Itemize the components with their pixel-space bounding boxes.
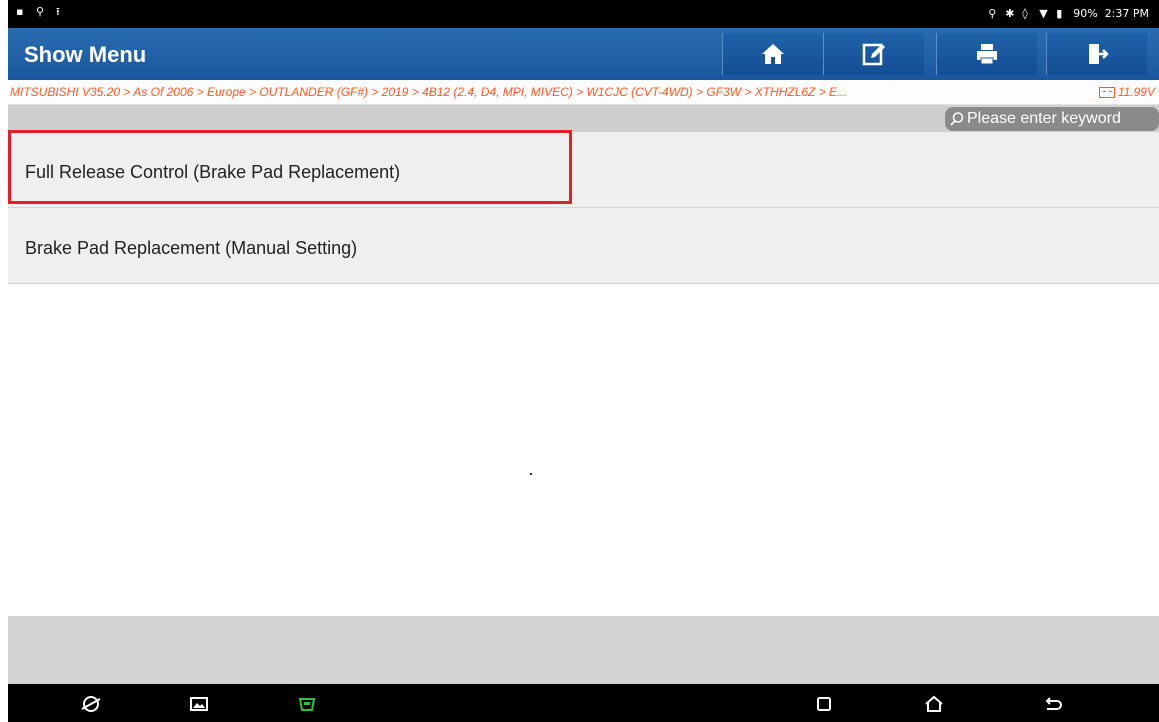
browser-button[interactable] — [80, 693, 102, 715]
vibrate-icon: ◊ — [1022, 6, 1028, 20]
screen-border — [0, 0, 8, 722]
battery-voltage: 11.99V — [1098, 85, 1155, 99]
battery-icon: ▮ — [1056, 6, 1063, 20]
menu-item-label: Full Release Control (Brake Pad Replacem… — [25, 162, 401, 182]
obd-connector-icon — [298, 698, 316, 711]
exit-button[interactable] — [1046, 33, 1147, 75]
back-button[interactable] — [1042, 693, 1064, 715]
touch-dot — [530, 473, 532, 475]
back-arrow-icon — [1045, 697, 1062, 710]
battery-percent: 90% — [1073, 7, 1098, 20]
exit-icon — [1089, 44, 1109, 64]
square-icon — [817, 697, 831, 711]
gallery-icon — [190, 697, 208, 711]
status-bar: ▪ ⚲ ⭱ ⚲ ✱ ◊ ▼ ▮ 90% 2:37 PM — [8, 0, 1159, 28]
voltage-value: 11.99V — [1117, 85, 1155, 99]
print-icon — [977, 44, 997, 65]
page-title: Show Menu — [24, 42, 147, 67]
app-window: ▪ ⚲ ⭱ ⚲ ✱ ◊ ▼ ▮ 90% 2:37 PM Show Menu MI… — [8, 0, 1159, 722]
print-button[interactable] — [936, 33, 1037, 75]
edit-button[interactable] — [823, 33, 924, 75]
location-icon: ⚲ — [988, 6, 997, 20]
search-input[interactable]: Please enter keyword — [945, 107, 1159, 131]
clock: 2:37 PM — [1104, 7, 1149, 20]
notification-icon: ▪ — [16, 5, 24, 18]
footer-bar — [8, 616, 1159, 684]
menu-item-label: Brake Pad Replacement (Manual Setting) — [25, 238, 358, 258]
usb-icon: ⚲ — [36, 5, 45, 18]
menu-item-brake-pad-manual[interactable]: Brake Pad Replacement (Manual Setting) — [8, 208, 1159, 284]
navigation-bar — [8, 684, 1159, 722]
upload-icon: ⭱ — [56, 5, 60, 18]
car-battery-icon — [1098, 86, 1115, 98]
diagnostic-button[interactable] — [296, 693, 318, 715]
home-nav-button[interactable] — [923, 693, 945, 715]
wifi-icon: ▼ — [1039, 6, 1048, 20]
home-outline-icon — [925, 695, 943, 712]
edit-icon — [862, 43, 885, 66]
status-right-icons: ⚲ ✱ ◊ ▼ ▮ 90% 2:37 PM — [988, 7, 1149, 20]
planet-icon — [81, 696, 101, 712]
search-placeholder: Please enter keyword — [967, 110, 1121, 127]
status-left-icons: ▪ ⚲ ⭱ — [16, 5, 66, 18]
gallery-button[interactable] — [188, 693, 210, 715]
home-icon — [762, 44, 784, 64]
search-icon — [950, 112, 964, 126]
menu-item-full-release-control[interactable]: Full Release Control (Brake Pad Replacem… — [8, 132, 1159, 208]
menu-list: Full Release Control (Brake Pad Replacem… — [8, 132, 1159, 284]
breadcrumb: MITSUBISHI V35.20 > As Of 2006 > Europe … — [8, 80, 1159, 105]
home-button[interactable] — [722, 33, 823, 75]
title-bar: Show Menu — [8, 28, 1159, 80]
recent-apps-button[interactable] — [813, 693, 835, 715]
bluetooth-icon: ✱ — [1005, 6, 1015, 20]
breadcrumb-path: MITSUBISHI V35.20 > As Of 2006 > Europe … — [10, 85, 848, 99]
search-strip: Please enter keyword — [8, 105, 1159, 132]
